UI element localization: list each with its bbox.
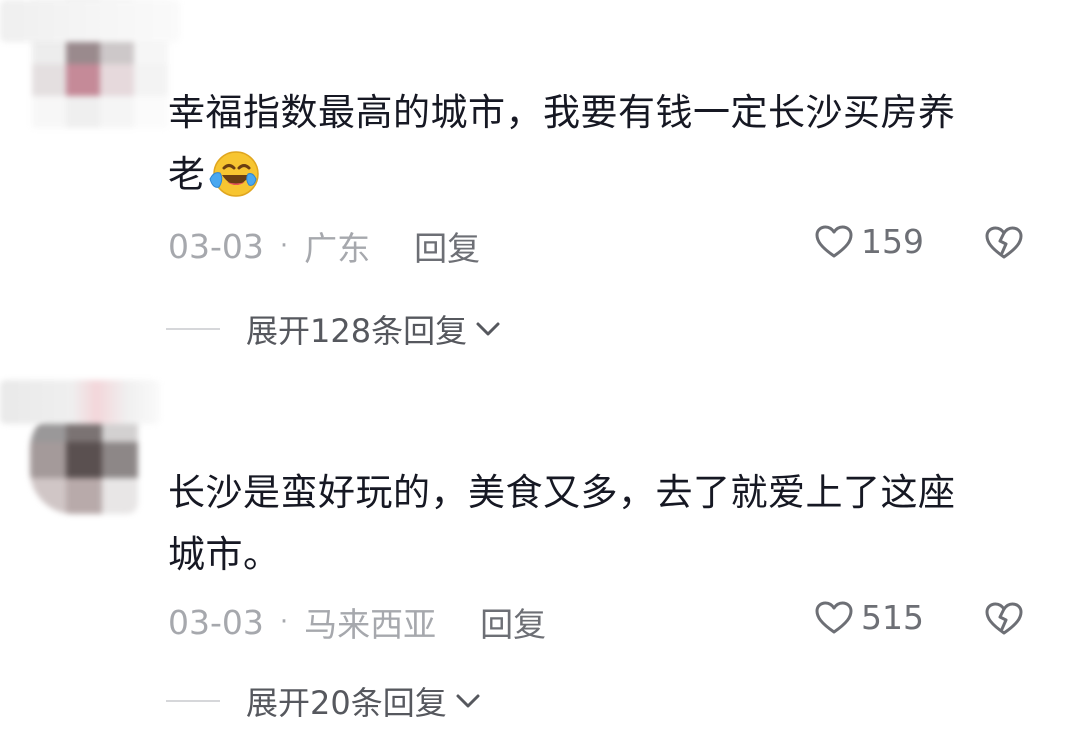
comment-item: 长沙是蛮好玩的，美食又多，去了就爱上了这座 城市。 03-03 · 马来西亚 回… xyxy=(0,380,1080,746)
comment-location: 广东 xyxy=(304,229,371,268)
username[interactable] xyxy=(0,0,180,42)
broken-heart-icon xyxy=(985,226,1023,259)
divider-line xyxy=(166,700,220,702)
chevron-down-icon xyxy=(456,694,480,708)
dislike-button[interactable] xyxy=(984,601,1024,641)
like-button[interactable]: 159 xyxy=(815,222,924,261)
chevron-down-icon xyxy=(476,322,500,336)
comment-text-line: 老 xyxy=(168,153,206,196)
comment-date: 03-03 xyxy=(168,602,264,642)
comment-text: 幸福指数最高的城市，我要有钱一定长沙买房养 老 xyxy=(168,82,1028,206)
dislike-button[interactable] xyxy=(984,225,1024,265)
meta-separator: · xyxy=(279,607,289,637)
comment-text: 长沙是蛮好玩的，美食又多，去了就爱上了这座 城市。 xyxy=(168,462,1028,586)
comment-location: 马来西亚 xyxy=(304,605,437,644)
username[interactable] xyxy=(0,380,160,424)
like-button[interactable]: 515 xyxy=(815,598,924,637)
heart-outline-icon xyxy=(815,225,853,257)
expand-replies-label: 展开128条回复 xyxy=(246,312,468,350)
heart-outline-icon xyxy=(815,601,853,633)
expand-replies-button[interactable]: 展开128条回复 xyxy=(166,306,501,352)
like-count: 159 xyxy=(861,222,924,261)
like-count: 515 xyxy=(861,598,924,637)
comment-meta: 03-03 · 广东 回复 xyxy=(168,222,480,270)
expand-replies-button[interactable]: 展开20条回复 xyxy=(166,678,481,724)
broken-heart-icon xyxy=(985,602,1023,635)
comment-text-line: 长沙是蛮好玩的，美食又多，去了就爱上了这座 xyxy=(168,471,956,514)
reply-button[interactable]: 回复 xyxy=(414,222,480,270)
comment-text-line: 幸福指数最高的城市，我要有钱一定长沙买房养 xyxy=(168,91,956,134)
comment-meta: 03-03 · 马来西亚 回复 xyxy=(168,598,546,646)
comment-item: 幸福指数最高的城市，我要有钱一定长沙买房养 老 03-03 · 广东 回复 15… xyxy=(0,0,1080,372)
comment-date: 03-03 xyxy=(168,226,264,266)
reply-button[interactable]: 回复 xyxy=(480,598,546,646)
meta-separator: · xyxy=(279,231,289,261)
expand-replies-label: 展开20条回复 xyxy=(246,684,447,722)
crying-laughing-emoji-icon xyxy=(206,149,262,201)
divider-line xyxy=(166,328,220,330)
comment-text-line: 城市。 xyxy=(168,533,281,576)
